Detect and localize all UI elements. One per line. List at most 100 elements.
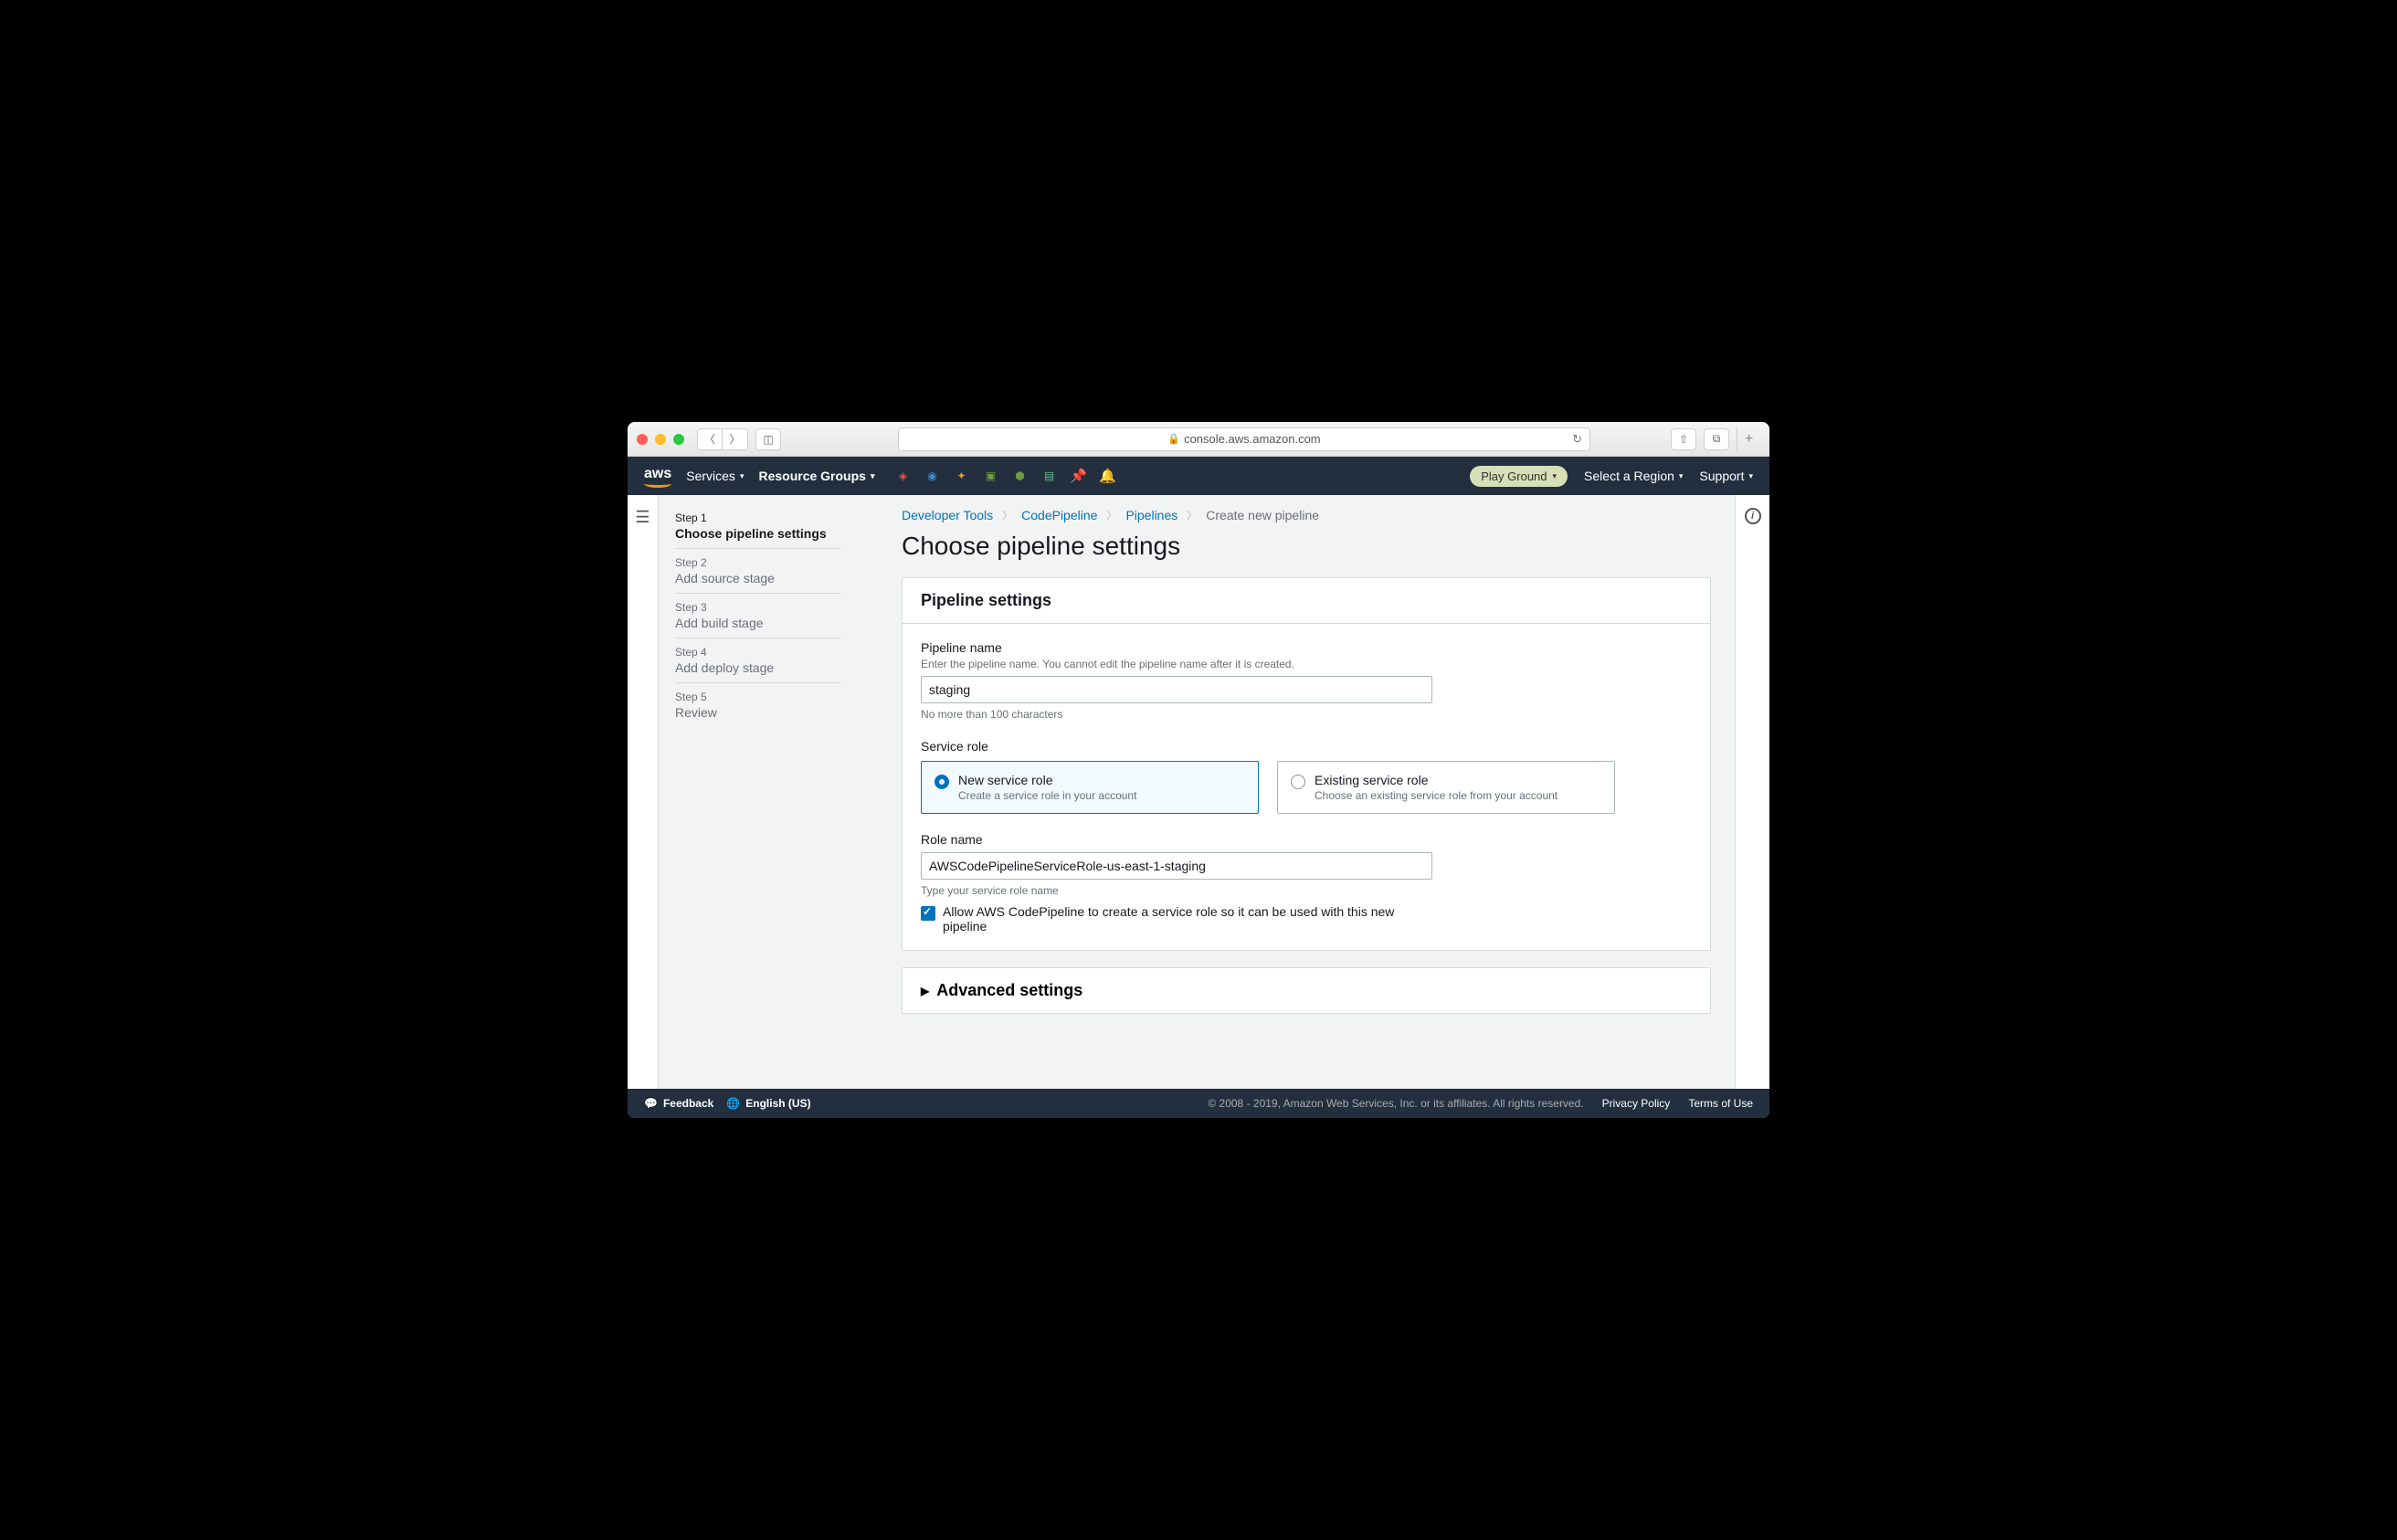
menu-icon[interactable]: ☰ bbox=[635, 508, 649, 1089]
forward-button[interactable]: 〉 bbox=[723, 428, 748, 450]
nav-resource-groups[interactable]: Resource Groups ▾ bbox=[758, 469, 874, 483]
breadcrumb-link[interactable]: Developer Tools bbox=[902, 508, 993, 522]
new-tab-button[interactable]: + bbox=[1737, 427, 1760, 451]
service-shortcut-icon[interactable]: ▤ bbox=[1040, 468, 1057, 484]
address-bar[interactable]: 🔒 console.aws.amazon.com ↻ bbox=[898, 427, 1590, 451]
account-menu[interactable]: Play Ground ▾ bbox=[1470, 466, 1568, 487]
footer-right: © 2008 - 2019, Amazon Web Services, Inc.… bbox=[1208, 1097, 1753, 1110]
checkbox-label: Allow AWS CodePipeline to create a servi… bbox=[943, 904, 1436, 933]
service-shortcut-icon[interactable]: ✦ bbox=[953, 468, 969, 484]
region-label: Select a Region bbox=[1584, 469, 1674, 483]
nav-resource-groups-label: Resource Groups bbox=[758, 469, 865, 483]
wizard-nav: Step 1 Choose pipeline settings Step 2 A… bbox=[659, 495, 841, 1089]
field-hint: Type your service role name bbox=[921, 884, 1692, 897]
option-title: Existing service role bbox=[1315, 773, 1558, 787]
account-label: Play Ground bbox=[1481, 469, 1547, 483]
advanced-settings-panel: ▶ Advanced settings bbox=[902, 967, 1711, 1014]
chevron-right-icon: 〉 bbox=[1106, 508, 1116, 522]
privacy-link[interactable]: Privacy Policy bbox=[1602, 1097, 1671, 1110]
info-icon[interactable]: i bbox=[1745, 508, 1761, 524]
service-shortcut-icon[interactable]: ▣ bbox=[982, 468, 998, 484]
field-label: Role name bbox=[921, 832, 1692, 847]
app-body: ☰ Step 1 Choose pipeline settings Step 2… bbox=[628, 495, 1769, 1089]
share-button[interactable]: ⇧ bbox=[1671, 428, 1696, 450]
field-label: Service role bbox=[921, 739, 1692, 754]
field-help: Enter the pipeline name. You cannot edit… bbox=[921, 658, 1692, 670]
bell-icon[interactable]: 🔔 bbox=[1099, 468, 1115, 484]
chevron-right-icon: 〉 bbox=[1187, 508, 1197, 522]
feedback-link[interactable]: 💬 Feedback bbox=[644, 1097, 713, 1110]
sidebar-toggle-button[interactable]: ◫ bbox=[755, 428, 781, 450]
shortcut-icons: ◈ ◉ ✦ ▣ ⬢ ▤ 📌 🔔 bbox=[894, 468, 1115, 484]
breadcrumb-link[interactable]: CodePipeline bbox=[1021, 508, 1097, 522]
nav-services-label: Services bbox=[686, 469, 735, 483]
field-label: Pipeline name bbox=[921, 640, 1692, 655]
breadcrumb-current: Create new pipeline bbox=[1206, 508, 1319, 522]
field-hint: No more than 100 characters bbox=[921, 708, 1692, 721]
language-label: English (US) bbox=[745, 1097, 810, 1110]
chevron-down-icon: ▾ bbox=[1748, 471, 1753, 481]
pin-icon[interactable]: 📌 bbox=[1070, 468, 1086, 484]
breadcrumb: Developer Tools 〉 CodePipeline 〉 Pipelin… bbox=[902, 508, 1711, 522]
step-title: Add source stage bbox=[675, 571, 841, 585]
browser-window: 〈 〉 ◫ 🔒 console.aws.amazon.com ↻ ⇧ ⧉ + a… bbox=[628, 422, 1769, 1118]
aws-logo[interactable]: aws bbox=[644, 466, 671, 486]
reload-icon[interactable]: ↻ bbox=[1572, 432, 1582, 447]
nav-services[interactable]: Services ▾ bbox=[686, 469, 744, 483]
advanced-settings-toggle[interactable]: ▶ Advanced settings bbox=[903, 968, 1710, 1013]
step-label: Step 2 bbox=[675, 556, 841, 569]
step-title: Add deploy stage bbox=[675, 660, 841, 675]
aws-top-nav: aws Services ▾ Resource Groups ▾ ◈ ◉ ✦ ▣… bbox=[628, 457, 1769, 495]
footer: 💬 Feedback 🌐 English (US) © 2008 - 2019,… bbox=[628, 1089, 1769, 1118]
chevron-right-icon: 〉 bbox=[1002, 508, 1012, 522]
radio-icon bbox=[1291, 775, 1305, 789]
terms-link[interactable]: Terms of Use bbox=[1688, 1097, 1753, 1110]
region-menu[interactable]: Select a Region ▾ bbox=[1584, 469, 1683, 483]
support-menu[interactable]: Support ▾ bbox=[1699, 469, 1753, 483]
right-rail: i bbox=[1735, 495, 1769, 1089]
service-role-options: New service role Create a service role i… bbox=[921, 761, 1692, 814]
wizard-step-3[interactable]: Step 3 Add build stage bbox=[675, 601, 841, 638]
checkbox-icon bbox=[921, 906, 935, 921]
wizard-step-2[interactable]: Step 2 Add source stage bbox=[675, 556, 841, 594]
close-window-button[interactable] bbox=[637, 434, 648, 445]
service-shortcut-icon[interactable]: ◉ bbox=[924, 468, 940, 484]
page-title: Choose pipeline settings bbox=[902, 532, 1711, 561]
breadcrumb-link[interactable]: Pipelines bbox=[1125, 508, 1177, 522]
tabs-button[interactable]: ⧉ bbox=[1704, 428, 1729, 450]
lock-icon: 🔒 bbox=[1167, 433, 1180, 445]
chevron-down-icon: ▾ bbox=[1553, 471, 1558, 481]
step-label: Step 5 bbox=[675, 691, 841, 703]
radio-icon bbox=[935, 775, 949, 789]
window-controls bbox=[637, 434, 684, 445]
role-name-field: Role name Type your service role name bbox=[921, 832, 1692, 897]
step-title: Choose pipeline settings bbox=[675, 526, 841, 541]
option-desc: Create a service role in your account bbox=[958, 789, 1136, 802]
service-role-option-new[interactable]: New service role Create a service role i… bbox=[921, 761, 1259, 814]
feedback-label: Feedback bbox=[663, 1097, 713, 1110]
globe-icon: 🌐 bbox=[726, 1097, 740, 1110]
pipeline-name-input[interactable] bbox=[921, 676, 1432, 703]
chevron-down-icon: ▾ bbox=[1679, 471, 1684, 481]
language-selector[interactable]: 🌐 English (US) bbox=[726, 1097, 810, 1110]
role-name-input[interactable] bbox=[921, 852, 1432, 880]
left-rail: ☰ bbox=[628, 495, 659, 1089]
chevron-down-icon: ▾ bbox=[740, 471, 744, 481]
allow-create-role-checkbox[interactable]: Allow AWS CodePipeline to create a servi… bbox=[921, 904, 1692, 933]
step-label: Step 3 bbox=[675, 601, 841, 614]
footer-left: 💬 Feedback 🌐 English (US) bbox=[644, 1097, 811, 1110]
service-shortcut-icon[interactable]: ⬢ bbox=[1011, 468, 1028, 484]
speech-bubble-icon: 💬 bbox=[644, 1097, 658, 1110]
step-title: Add build stage bbox=[675, 616, 841, 630]
service-role-option-existing[interactable]: Existing service role Choose an existing… bbox=[1277, 761, 1615, 814]
service-shortcut-icon[interactable]: ◈ bbox=[894, 468, 911, 484]
option-desc: Choose an existing service role from you… bbox=[1315, 789, 1558, 802]
wizard-step-5[interactable]: Step 5 Review bbox=[675, 691, 841, 727]
zoom-window-button[interactable] bbox=[673, 434, 684, 445]
chevron-down-icon: ▾ bbox=[871, 471, 875, 481]
back-button[interactable]: 〈 bbox=[697, 428, 723, 450]
wizard-step-1[interactable]: Step 1 Choose pipeline settings bbox=[675, 512, 841, 549]
minimize-window-button[interactable] bbox=[655, 434, 666, 445]
option-title: New service role bbox=[958, 773, 1136, 787]
wizard-step-4[interactable]: Step 4 Add deploy stage bbox=[675, 646, 841, 683]
